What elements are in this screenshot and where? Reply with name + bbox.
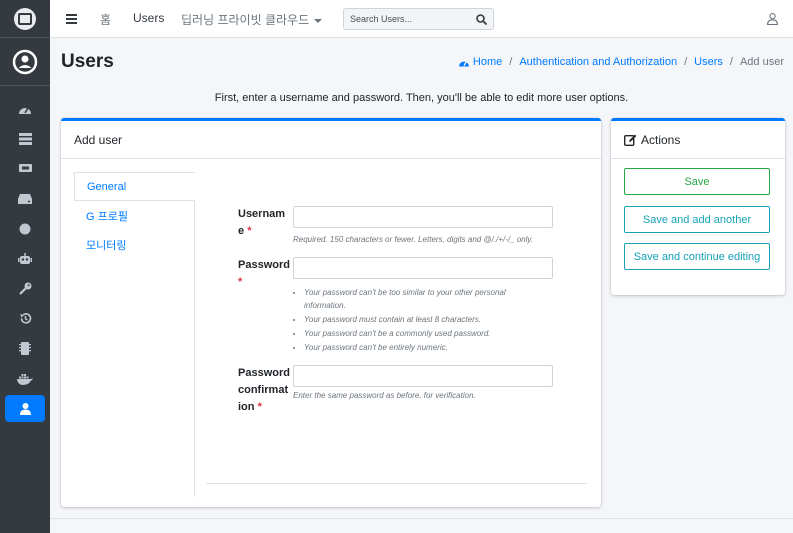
nav-cloud-label: 딥러닝 프라이빗 클라우드 [181,13,310,27]
circle-icon [19,223,31,234]
dashboard-icon [19,107,31,114]
actions-card-header: Actions [611,121,785,159]
username-field[interactable] [293,206,553,228]
code-logo-icon [14,7,36,30]
sidebar-item-status[interactable] [5,215,45,242]
search-form [343,8,494,30]
password-label: Password * [238,257,290,291]
required-mark: * [247,225,252,237]
required-mark: * [257,401,262,413]
sidebar-item-chip[interactable] [5,335,45,362]
search-input[interactable] [344,9,468,29]
sidebar-item-hardware[interactable] [5,155,45,182]
breadcrumb-home-link[interactable]: Home [473,56,502,68]
password-confirm-field[interactable] [293,365,553,387]
actions-card: Actions Save Save and add another Save a… [611,118,785,295]
user-menu-button[interactable] [767,13,778,28]
hdd-icon [18,193,32,204]
sidebar-item-users[interactable] [5,395,45,422]
save-and-continue-button[interactable]: Save and continue editing [624,243,770,270]
menu-toggle-button[interactable] [66,13,77,24]
password-help-item: Your password must contain at least 8 ch… [304,313,533,326]
footer-divider [50,518,793,519]
username-help: Required. 150 characters or fewer. Lette… [293,235,534,244]
nav-users-link[interactable]: Users [133,11,164,25]
user-outline-icon [767,13,778,26]
history-icon [19,313,31,324]
caret-down-icon [314,18,323,23]
sidebar [0,0,50,533]
breadcrumb-current: Add user [739,56,784,68]
user-panel[interactable] [0,38,50,86]
tachometer-icon [458,61,469,67]
form-tabs: General G 프로필 모니터링 [74,172,195,497]
password-confirm-label: Password confirmation * [238,365,290,416]
sidebar-item-storage[interactable] [5,185,45,212]
required-mark: * [238,276,243,288]
sidebar-item-history[interactable] [5,305,45,332]
form-divider [206,483,587,484]
add-user-card: Add user General G 프로필 모니터링 Username * R… [61,118,601,507]
user-circle-icon [12,49,38,74]
top-navbar: 홈 Users 딥러닝 프라이빗 클라우드 [50,0,793,38]
sidebar-item-dashboard[interactable] [5,95,45,122]
password-field[interactable] [293,257,553,279]
username-label-text: Username [238,208,286,237]
edit-icon [624,134,637,146]
sidebar-item-robot[interactable] [5,245,45,272]
key-icon [18,282,31,295]
password-help-item: Your password can't be a commonly used p… [304,327,533,340]
password-confirm-help: Enter the same password as before, for v… [293,391,476,400]
nav-cloud-dropdown[interactable]: 딥러닝 프라이빗 클라우드 [181,11,323,28]
tab-general[interactable]: General [74,172,195,201]
nav-home-link[interactable]: 홈 [100,11,111,28]
actions-title: Actions [641,132,681,147]
password-help-item: Your password can't be too similar to yo… [304,286,533,312]
microchip-icon [19,342,31,355]
search-button[interactable] [469,9,493,29]
robot-icon [18,252,32,264]
brand-logo-link[interactable] [0,0,50,38]
password-help-item: Your password can't be entirely numeric. [304,341,533,354]
breadcrumb-separator: / [729,56,733,68]
password-confirm-label-text: Password confirmation [238,367,290,413]
save-button[interactable]: Save [624,168,770,195]
user-icon [19,402,31,415]
breadcrumb: Home / Authentication and Authorization … [458,56,784,68]
breadcrumb-auth-link[interactable]: Authentication and Authorization [519,56,677,68]
password-help: Your password can't be too similar to yo… [293,286,533,355]
page-title: Users [61,51,114,72]
memory-icon [18,164,32,172]
username-label: Username * [238,206,290,240]
docker-icon [17,373,33,385]
save-and-add-another-button[interactable]: Save and add another [624,206,770,233]
hamburger-icon [66,14,77,24]
tab-monitoring[interactable]: 모니터링 [74,230,194,259]
breadcrumb-separator: / [684,56,688,68]
sidebar-item-keys[interactable] [5,275,45,302]
tab-g-profile[interactable]: G 프로필 [74,201,194,230]
add-user-card-header: Add user [61,121,601,159]
sidebar-item-database[interactable] [5,125,45,152]
sidebar-item-docker[interactable] [5,365,45,392]
breadcrumb-users-link[interactable]: Users [694,56,723,68]
database-icon [18,132,32,145]
intro-text: First, enter a username and password. Th… [214,92,629,104]
search-icon [475,13,487,25]
password-label-text: Password [238,259,290,271]
breadcrumb-separator: / [509,56,513,68]
